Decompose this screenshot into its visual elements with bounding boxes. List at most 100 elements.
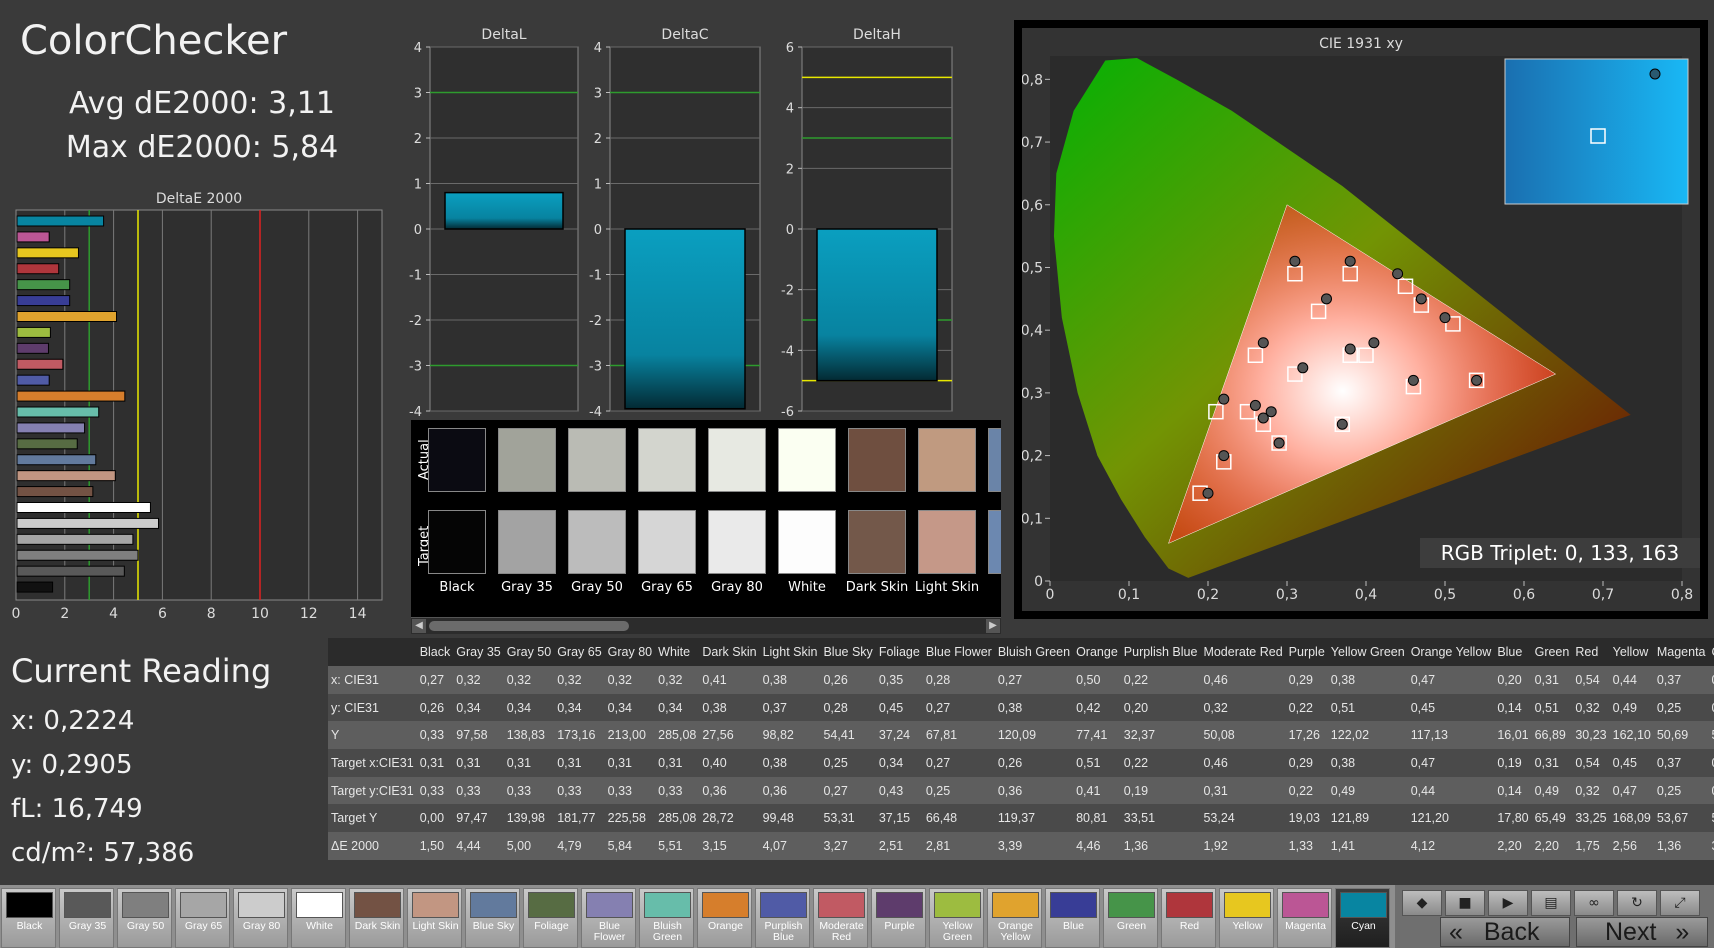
table-cell: 2,81 — [925, 838, 951, 853]
column-header: Gray 50 — [506, 645, 552, 659]
table-row: Target x:CIE31 0,31 0,31 0,31 0,31 0,31 0,31 0,… — [328, 749, 1714, 777]
patch-button-purplish-blue[interactable]: Purplish Blue — [755, 888, 810, 948]
delta-tick-label: -4 — [409, 405, 422, 420]
column-header: Magenta — [1656, 645, 1706, 659]
patch-button-dark-skin[interactable]: Dark Skin — [349, 888, 404, 948]
patch-button-blue-flower[interactable]: Blue Flower — [581, 888, 636, 948]
inset-actual-point — [1649, 68, 1661, 80]
back-label: Back — [1483, 918, 1540, 946]
patch-color-chip — [760, 892, 807, 918]
patch-button-gray-80[interactable]: Gray 80 — [233, 888, 288, 948]
table-cell: 77,41 — [1076, 728, 1108, 743]
scroll-left-icon[interactable]: ◀ — [412, 619, 426, 633]
refresh-icon[interactable]: ↻ — [1617, 890, 1657, 916]
table-cell: 0,42 — [1076, 700, 1101, 715]
patch-button-foliage[interactable]: Foliage — [523, 888, 578, 948]
table-cell: 0,22 — [1709, 666, 1714, 694]
column-header: White — [658, 645, 691, 659]
deltae-bar — [16, 565, 125, 577]
table-cell: 0,33 — [419, 783, 445, 798]
delta-tick-label: -1 — [409, 269, 422, 284]
cie-y-tick-label: 0,8 — [1022, 72, 1043, 88]
patch-button-yellow[interactable]: Yellow — [1219, 888, 1274, 948]
table-cell: 0,49 — [1330, 783, 1356, 798]
patch-button-cyan[interactable]: Cyan — [1335, 888, 1390, 948]
table-cell: 0,34 — [456, 700, 481, 715]
table-cell: 1,33 — [1288, 838, 1313, 853]
table-cell: 0,25 — [1656, 700, 1682, 715]
film-icon[interactable]: ▤ — [1531, 890, 1571, 916]
table-cell: 1,36 — [1123, 838, 1149, 853]
deltae-bar-purplish-blue — [16, 374, 50, 386]
patch-button-magenta[interactable]: Magenta — [1277, 888, 1332, 948]
table-cell: 0,31 — [557, 755, 582, 770]
cie-x-tick-label: 0 — [1046, 587, 1055, 603]
scroll-right-icon[interactable]: ▶ — [986, 619, 1000, 633]
table-cell: 0,33 — [419, 728, 445, 743]
patch-label: Moderate Red — [819, 920, 864, 943]
deltae-bar — [16, 470, 116, 482]
actual-point — [1439, 312, 1451, 324]
deltae-bar — [16, 247, 79, 259]
table-cell: 0,38 — [997, 700, 1023, 715]
deltae-bar-black — [16, 581, 54, 593]
patch-button-yellow-green[interactable]: Yellow Green — [929, 888, 984, 948]
table-cell: 213,00 — [607, 728, 646, 743]
table-cell: 168,09 — [1612, 811, 1651, 826]
table-row: x: CIE31 0,27 0,32 0,32 0,32 0,32 0,32 0,41 0,38… — [328, 666, 1714, 694]
patch-button-blue-sky[interactable]: Blue Sky — [465, 888, 520, 948]
delta-bar — [624, 228, 746, 410]
actual-point — [1407, 374, 1419, 386]
deltae-bar-orange — [16, 390, 126, 402]
table-cell: 0,25 — [925, 783, 951, 798]
table-cell: 4,12 — [1410, 838, 1436, 853]
table-cell: 0,31 — [658, 755, 683, 770]
patch-button-white[interactable]: White — [291, 888, 346, 948]
patch-button-blue[interactable]: Blue — [1045, 888, 1100, 948]
patch-button-gray-50[interactable]: Gray 50 — [117, 888, 172, 948]
patch-button-purple[interactable]: Purple — [871, 888, 926, 948]
patch-label: Orange — [707, 920, 744, 932]
swatch-name: Light Skin — [914, 580, 980, 595]
delta-tick-label: 0 — [786, 223, 794, 238]
table-cell: 53,24 — [1203, 811, 1235, 826]
scroll-thumb[interactable] — [429, 621, 629, 631]
loop-icon[interactable]: ∞ — [1574, 890, 1614, 916]
patch-button-black[interactable]: Black — [1, 888, 56, 948]
patch-button-orange[interactable]: Orange — [697, 888, 752, 948]
table-cell: 19,03 — [1288, 811, 1320, 826]
patch-button-gray-35[interactable]: Gray 35 — [59, 888, 114, 948]
patch-button-red[interactable]: Red — [1161, 888, 1216, 948]
table-cell: 0,25 — [1656, 783, 1682, 798]
patch-button-moderate-red[interactable]: Moderate Red — [813, 888, 868, 948]
patch-button-bluish-green[interactable]: Bluish Green — [639, 888, 694, 948]
table-cell: 181,77 — [557, 811, 596, 826]
patch-label: Gray 50 — [126, 920, 165, 932]
swatch-scrollbar[interactable]: ◀ ▶ — [411, 617, 1001, 634]
deltae-bar-blue-sky — [16, 454, 97, 466]
table-cell: 1,36 — [1656, 838, 1682, 853]
back-button[interactable]: « Back — [1440, 917, 1570, 947]
expand-icon[interactable]: ⤢ — [1660, 890, 1700, 916]
patch-button-gray-65[interactable]: Gray 65 — [175, 888, 230, 948]
patch-color-chip — [412, 892, 459, 918]
reading-y: y: 0,2905 — [11, 750, 133, 780]
mode-icon[interactable]: ◆ — [1402, 890, 1442, 916]
table-cell: 97,47 — [456, 811, 488, 826]
target-swatch — [638, 510, 696, 574]
table-cell: 32,37 — [1123, 728, 1156, 743]
patch-color-chip — [6, 892, 53, 918]
table-cell: 0,31 — [506, 755, 532, 770]
play-icon[interactable]: ▶ — [1488, 890, 1528, 916]
table-cell: 1,92 — [1203, 838, 1228, 853]
next-button[interactable]: Next » — [1576, 917, 1708, 947]
stop-icon[interactable]: ■ — [1445, 890, 1485, 916]
table-cell: 0,31 — [607, 755, 633, 770]
patch-button-green[interactable]: Green — [1103, 888, 1158, 948]
patch-button-orange-yellow[interactable]: Orange Yellow — [987, 888, 1042, 948]
patch-button-light-skin[interactable]: Light Skin — [407, 888, 462, 948]
column-header: Gray 80 — [607, 645, 653, 659]
table-cell: 0,22 — [1123, 672, 1149, 687]
cie-y-tick-label: 0,1 — [1022, 511, 1043, 527]
deltae-tick-label: 4 — [109, 606, 118, 622]
